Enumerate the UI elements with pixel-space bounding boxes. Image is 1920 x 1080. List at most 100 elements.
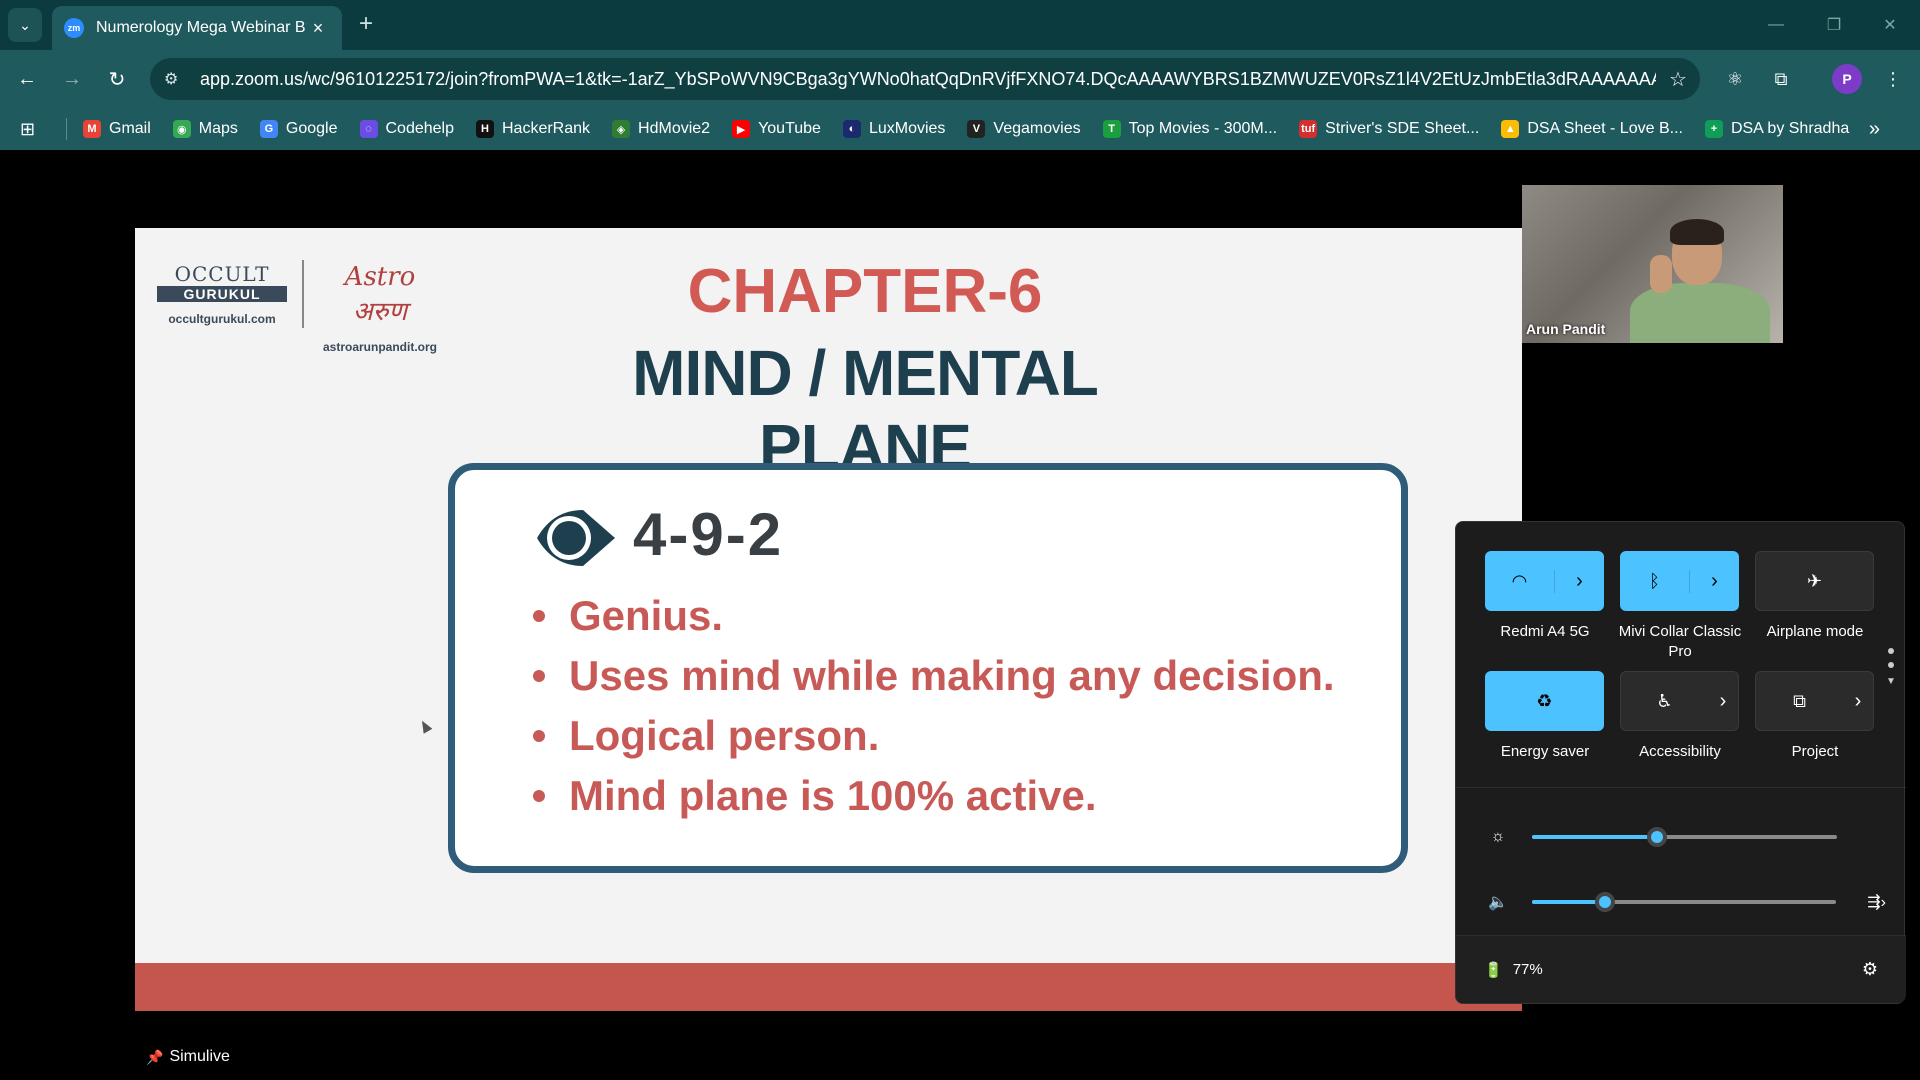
bookmark-label: LuxMovies	[868, 120, 946, 137]
address-bar[interactable]: ⚙ app.zoom.us/wc/96101225172/join?fromPW…	[150, 58, 1700, 100]
settings-gear-icon[interactable]: ⚙	[1862, 959, 1878, 980]
extensions-puzzle-icon[interactable]: ⧉	[1764, 62, 1798, 96]
video-person-hair	[1670, 219, 1724, 245]
restore-button[interactable]: ❐	[1806, 0, 1862, 50]
audio-output-select-icon[interactable]: ⇶›	[1842, 892, 1886, 912]
panel-divider	[1456, 787, 1906, 788]
bookmark-favicon-icon: ◌	[359, 120, 378, 138]
airplane-mode-tile[interactable]: ✈	[1755, 551, 1874, 611]
astro-arun-logo: Astro अरुण astroarunpandit.org	[315, 262, 445, 354]
bookmark-favicon-icon: V	[967, 120, 986, 138]
pin-icon: 📌	[146, 1048, 164, 1065]
tab-title: Numerology Mega Webinar By	[96, 19, 306, 36]
browser-toolbar: ← → ↻ ⚙ app.zoom.us/wc/96101225172/join?…	[0, 50, 1920, 108]
bookmark-item[interactable]: tuf Striver's SDE Sheet...	[1299, 120, 1479, 138]
battery-saver-icon[interactable]: 🔋	[1484, 961, 1503, 979]
trait-text: Logical person.	[569, 712, 880, 759]
forward-button[interactable]: →	[55, 62, 89, 96]
close-tab-icon[interactable]: ×	[306, 18, 330, 39]
accessibility-tile[interactable]: ♿ ›	[1620, 671, 1739, 731]
extension-react-icon[interactable]: ⚛	[1718, 62, 1752, 96]
wifi-tile[interactable]: ◠ ›	[1485, 551, 1604, 611]
bluetooth-tile[interactable]: ᛒ ›	[1620, 551, 1739, 611]
quick-settings-panel: ◠ › Redmi A4 5G ᛒ › Mivi Collar Classic …	[1455, 521, 1906, 1004]
minimize-button[interactable]: —	[1748, 0, 1804, 50]
airplane-tile-label: Airplane mode	[1766, 623, 1864, 640]
brightness-icon: ☼	[1490, 828, 1506, 845]
brightness-thumb[interactable]	[1647, 827, 1667, 847]
accessibility-chevron-icon[interactable]: ›	[1708, 690, 1738, 713]
menu-kebab-icon[interactable]: ⋮	[1876, 62, 1910, 96]
content-box: 4-9-2 Genius. Uses mind while making any…	[448, 463, 1408, 873]
slide-main-title: MIND / MENTAL PLANE	[632, 337, 1099, 483]
bookmark-item[interactable]: M Gmail	[83, 120, 151, 138]
bluetooth-chevron-icon[interactable]: ›	[1689, 569, 1739, 593]
logo2-brand: Astro अरुण	[344, 262, 416, 327]
bookmark-item[interactable]: V Vegamovies	[967, 120, 1081, 138]
zoom-favicon-icon: zm	[64, 18, 84, 38]
bookmark-favicon-icon: G	[259, 120, 278, 138]
bookmark-label: Google	[285, 120, 338, 137]
bullet	[533, 670, 545, 682]
wifi-chevron-icon[interactable]: ›	[1554, 569, 1604, 593]
bookmark-item[interactable]: ◈ HdMovie2	[612, 120, 710, 138]
bookmark-star-icon[interactable]: ☆	[1656, 67, 1700, 92]
chevron-down-icon: ⌄	[19, 16, 31, 33]
apps-grid-icon[interactable]: ⊞	[20, 119, 50, 140]
pager-dot[interactable]	[1888, 648, 1894, 654]
bookmark-item[interactable]: + DSA by Shradha	[1704, 120, 1849, 138]
bookmark-label: HackerRank	[502, 120, 591, 137]
bookmark-item[interactable]: T Top Movies - 300M...	[1102, 120, 1277, 138]
bookmark-favicon-icon: ◐	[842, 120, 861, 138]
project-icon: ⧉	[1793, 690, 1806, 711]
project-tile-label: Project	[1791, 743, 1839, 760]
bookmark-item[interactable]: ▲ DSA Sheet - Love B...	[1501, 120, 1683, 138]
wifi-icon: ◠	[1511, 570, 1528, 591]
logo2-site: astroarunpandit.org	[322, 340, 437, 354]
bookmarks-overflow-icon[interactable]: »	[1869, 118, 1880, 141]
reload-icon: ↻	[108, 68, 126, 91]
pager-down-arrow-icon[interactable]: ▼	[1886, 676, 1896, 687]
back-button[interactable]: ←	[10, 62, 44, 96]
accessibility-tile-label: Accessibility	[1639, 743, 1721, 760]
bookmark-item[interactable]: ▶ YouTube	[732, 120, 821, 138]
volume-fill	[1531, 900, 1605, 904]
volume-icon[interactable]: 🔈	[1476, 892, 1520, 912]
bookmark-favicon-icon: tuf	[1299, 120, 1318, 138]
logo1-brand: OCCULT	[174, 262, 270, 286]
volume-slider[interactable]	[1531, 892, 1837, 912]
profile-avatar[interactable]: P	[1832, 64, 1862, 94]
bluetooth-icon: ᛒ	[1649, 570, 1660, 591]
participant-video-tile[interactable]: Arun Pandit	[1522, 185, 1783, 343]
bookmark-item[interactable]: ◐ LuxMovies	[842, 120, 946, 138]
reload-button[interactable]: ↻	[100, 62, 134, 96]
bookmark-item[interactable]: ◌ Codehelp	[359, 120, 454, 138]
energy-saver-tile[interactable]: ♻	[1485, 671, 1604, 731]
list-item: Logical person.	[533, 712, 1335, 760]
volume-thumb[interactable]	[1594, 892, 1615, 912]
pager-dot[interactable]	[1888, 662, 1894, 668]
tab-zoom-webinar[interactable]: zm Numerology Mega Webinar By ×	[52, 6, 342, 50]
bookmark-label: Striver's SDE Sheet...	[1325, 120, 1480, 137]
close-window-button[interactable]: ✕	[1862, 0, 1918, 50]
battery-percent[interactable]: 77%	[1513, 961, 1543, 978]
bookmark-item[interactable]: G Google	[259, 120, 338, 138]
accessibility-icon: ♿	[1656, 690, 1673, 711]
site-info-icon[interactable]: ⚙	[164, 69, 188, 89]
slide-chapter-title: CHAPTER-6	[687, 257, 1043, 326]
trait-text: Uses mind while making any decision.	[569, 652, 1335, 699]
tab-search-button[interactable]: ⌄	[8, 8, 42, 42]
brightness-slider[interactable]	[1532, 827, 1837, 847]
url-text[interactable]: app.zoom.us/wc/96101225172/join?fromPWA=…	[200, 69, 1656, 90]
new-tab-button[interactable]: +	[352, 10, 380, 38]
project-tile[interactable]: ⧉ ›	[1755, 671, 1874, 731]
bookmark-favicon-icon: H	[476, 120, 494, 138]
simulive-label: Simulive	[169, 1048, 230, 1065]
project-chevron-icon[interactable]: ›	[1843, 690, 1873, 713]
airplane-icon: ✈	[1806, 570, 1823, 591]
bookmark-item[interactable]: ◉ Maps	[172, 120, 238, 138]
bookmark-label: YouTube	[758, 120, 821, 137]
energy-saver-tile-label: Energy saver	[1500, 743, 1590, 760]
bookmark-item[interactable]: H HackerRank	[476, 120, 590, 138]
quick-settings-pager[interactable]: ▼	[1886, 640, 1896, 687]
